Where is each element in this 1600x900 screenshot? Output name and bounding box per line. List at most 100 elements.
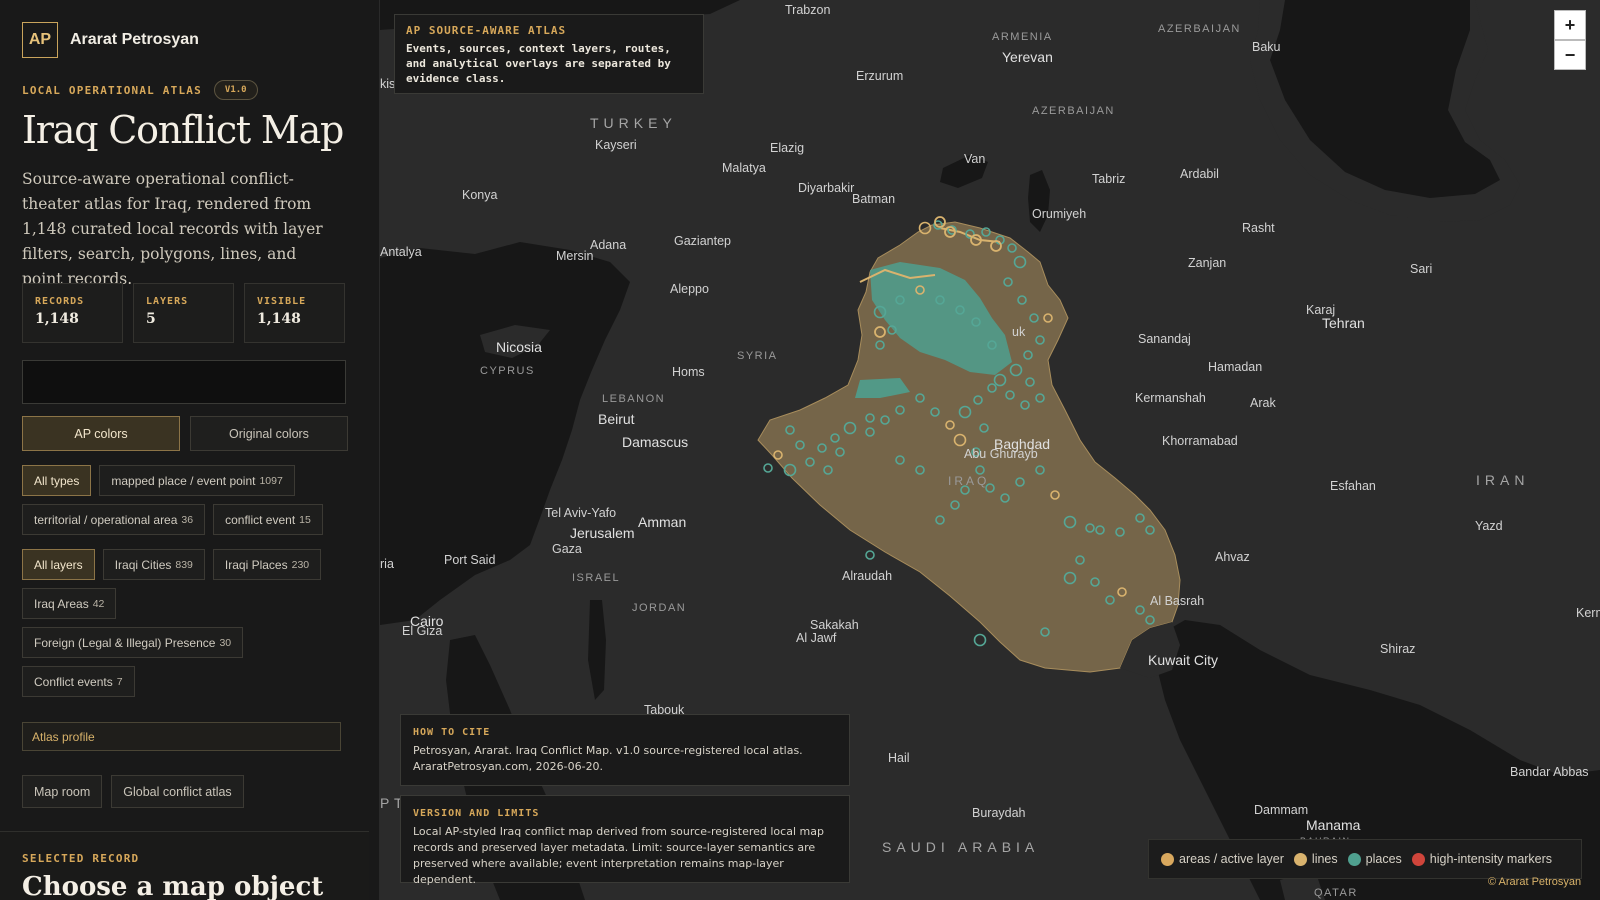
layer-filter-iraqi-places[interactable]: Iraqi Places 230 — [212, 549, 322, 580]
map-label-ahvaz: Ahvaz — [1215, 550, 1250, 564]
map-label-gaziantep: Gaziantep — [674, 234, 731, 248]
map-label-iraq: IRAQ — [948, 474, 989, 488]
map-label-turkey: TURKEY — [590, 115, 677, 131]
layer-filter-conflict-events[interactable]: Conflict events 7 — [22, 666, 135, 697]
original-colors-button[interactable]: Original colors — [190, 416, 348, 451]
map-label-azerbaijan-south: AZERBAIJAN — [1032, 105, 1115, 117]
chip-label: Iraqi Places — [224, 557, 288, 572]
atlas-kicker-row: LOCAL OPERATIONAL ATLAS V1.0 — [22, 80, 258, 100]
zoom-controls: + − — [1554, 10, 1586, 70]
zoom-out-button[interactable]: − — [1554, 40, 1586, 70]
version-badge: V1.0 — [213, 80, 258, 100]
layer-filter-group: All layers Iraqi Cities 839 Iraqi Places… — [22, 549, 332, 697]
map-label-van: Van — [964, 152, 985, 166]
map-label-al-jawf: Al Jawf — [796, 631, 837, 645]
layer-filter-foreign-presence[interactable]: Foreign (Legal & Illegal) Presence 30 — [22, 627, 244, 658]
map-room-button[interactable]: Map room — [22, 775, 103, 808]
search-input[interactable] — [22, 360, 346, 404]
stat-value: 1,148 — [35, 311, 79, 327]
stat-value: 1,148 — [257, 311, 301, 327]
map-label-jerusalem: Jerusalem — [570, 525, 635, 541]
type-filter-conflict-event[interactable]: conflict event 15 — [213, 504, 323, 535]
atlas-kicker: LOCAL OPERATIONAL ATLAS — [22, 83, 202, 97]
chip-count: 36 — [181, 513, 194, 526]
chip-label: Iraq Areas — [34, 596, 89, 611]
map-label-batman: Batman — [852, 192, 895, 206]
map-label-trabzon: Trabzon — [785, 3, 830, 17]
map-label-adana: Adana — [590, 238, 626, 252]
map-view[interactable]: Trabzon ARMENIA AZERBAIJAN Baku Yerevan … — [380, 0, 1600, 900]
map-label-kayseri: Kayseri — [595, 138, 637, 152]
atlas-profile-link[interactable]: Atlas profile — [22, 722, 341, 751]
type-filter-all[interactable]: All types — [22, 465, 92, 496]
legend-item-places: places — [1347, 852, 1402, 866]
map-label-tel-aviv: Tel Aviv-Yafo — [545, 506, 616, 520]
map-label-sakakah: Sakakah — [810, 618, 859, 632]
bottom-links: Map room Global conflict atlas — [22, 775, 244, 808]
selected-record-panel: SELECTED RECORD Choose a map object — [0, 831, 369, 900]
map-label-syria: SYRIA — [737, 350, 778, 362]
map-label-antalya: Antalya — [380, 245, 422, 259]
atlas-card-kicker: AP SOURCE-AWARE ATLAS — [406, 24, 567, 37]
color-mode-toggle: AP colors Original colors — [22, 416, 348, 451]
brand-name: Ararat Petrosyan — [70, 31, 199, 48]
global-conflict-atlas-button[interactable]: Global conflict atlas — [111, 775, 244, 808]
brand[interactable]: AP Ararat Petrosyan — [22, 22, 199, 58]
map-label-yazd: Yazd — [1475, 519, 1503, 533]
brand-logo-badge: AP — [22, 22, 58, 58]
stat-label: LAYERS — [146, 296, 189, 307]
map-label-saudi-arabia: SAUDI ARABIA — [882, 839, 1039, 855]
stat-visible: VISIBLE 1,148 — [244, 283, 345, 343]
legend-item-high-intensity: high-intensity markers — [1411, 852, 1552, 866]
version-limits-card: VERSION AND LIMITS Local AP-styled Iraq … — [400, 795, 850, 886]
layer-filter-iraqi-cities[interactable]: Iraqi Cities 839 — [102, 549, 205, 580]
limits-text: Local AP-styled Iraq conflict map derive… — [413, 825, 824, 886]
map-label-homs: Homs — [672, 365, 705, 379]
chip-label: All layers — [34, 557, 83, 572]
zoom-in-button[interactable]: + — [1554, 10, 1586, 40]
type-filter-mapped-place[interactable]: mapped place / event point 1097 — [99, 465, 295, 496]
map-label-nicosia: Nicosia — [496, 339, 542, 355]
map-attribution[interactable]: © Ararat Petrosyan — [1488, 876, 1581, 888]
map-label-abu-ghurayb: Abu Ghurayb — [964, 447, 1038, 461]
legend-label: places — [1365, 852, 1402, 866]
map-label-alraudah: Alraudah — [842, 569, 892, 583]
map-label-rasht: Rasht — [1242, 221, 1275, 235]
chip-count: 1097 — [259, 474, 283, 487]
legend-swatch-places — [1347, 852, 1361, 866]
map-label-sanandaj: Sanandaj — [1138, 332, 1191, 346]
map-label-lebanon: LEBANON — [602, 393, 665, 405]
map-label-tehran: Tehran — [1322, 315, 1365, 331]
map-label-ardabil: Ardabil — [1180, 167, 1219, 181]
map-label-buraydah: Buraydah — [972, 806, 1026, 820]
map-label-cyprus: CYPRUS — [480, 365, 535, 377]
map-label-amman: Amman — [638, 514, 686, 530]
map-label-esfahan: Esfahan — [1330, 479, 1376, 493]
map-label-ria-fragment: ria — [380, 557, 394, 571]
map-label-khorramabad: Khorramabad — [1162, 434, 1238, 448]
selected-record-title: Choose a map object — [22, 872, 324, 900]
layer-filter-iraq-areas[interactable]: Iraq Areas 42 — [22, 588, 117, 619]
atlas-info-card: AP SOURCE-AWARE ATLAS Events, sources, c… — [394, 14, 704, 94]
chip-label: Iraqi Cities — [114, 557, 172, 572]
stat-layers: LAYERS 5 — [133, 283, 234, 343]
sidebar: AP Ararat Petrosyan LOCAL OPERATIONAL AT… — [0, 0, 380, 900]
layer-filter-all[interactable]: All layers — [22, 549, 95, 580]
legend-swatch-high-intensity — [1411, 852, 1425, 866]
map-label-manama: Manama — [1306, 817, 1361, 833]
map-label-kuwait-city: Kuwait City — [1148, 652, 1218, 668]
type-filter-territorial-area[interactable]: territorial / operational area 36 — [22, 504, 206, 535]
legend-swatch-areas — [1161, 852, 1174, 866]
legend-item-lines: lines — [1293, 852, 1338, 866]
ap-colors-button[interactable]: AP colors — [22, 416, 180, 451]
intro-text: Source-aware operational conflict-theate… — [22, 170, 323, 288]
chip-label: Foreign (Legal & Illegal) Presence — [34, 635, 216, 650]
map-label-port-said: Port Said — [444, 553, 495, 567]
chip-label: conflict event — [225, 512, 296, 527]
map-label-orumiyeh: Orumiyeh — [1032, 207, 1086, 221]
chip-count: 7 — [116, 675, 123, 688]
map-label-aleppo: Aleppo — [670, 282, 709, 296]
map-label-al-basrah: Al Basrah — [1150, 594, 1204, 608]
map-label-hail: Hail — [888, 751, 910, 765]
map-label-hamadan: Hamadan — [1208, 360, 1262, 374]
